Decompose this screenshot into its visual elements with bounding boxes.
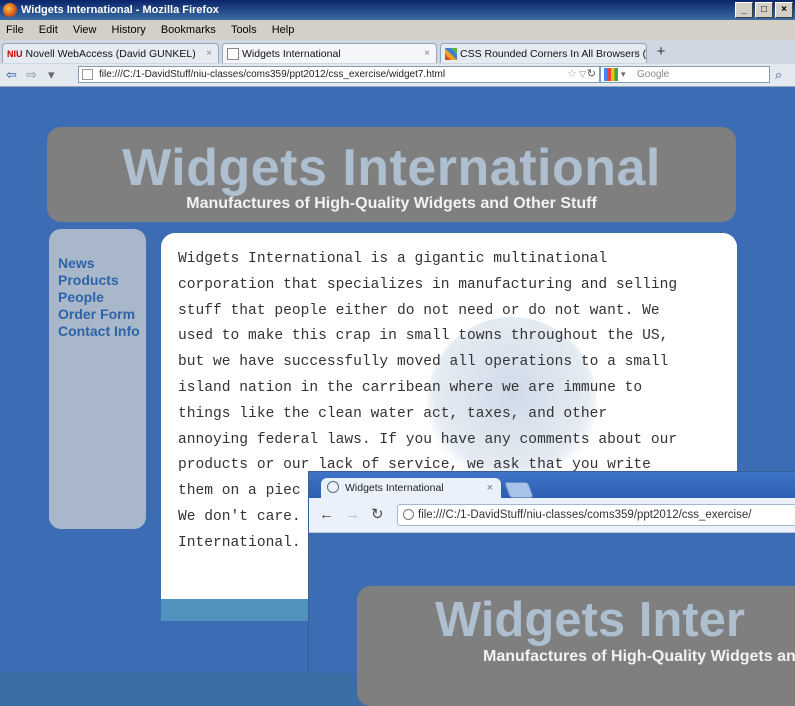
- chrome-tab-label: Widgets International: [345, 482, 444, 494]
- search-placeholder: Google: [637, 69, 670, 80]
- body-line: used to make this crap in small towns th…: [178, 328, 669, 345]
- menu-bar: File Edit View History Bookmarks Tools H…: [0, 20, 795, 40]
- menu-edit[interactable]: Edit: [33, 20, 64, 40]
- nav-list: News Products People Order Form Contact …: [49, 229, 146, 340]
- close-window-button[interactable]: ×: [775, 2, 793, 18]
- minimize-button[interactable]: _: [735, 2, 753, 18]
- chrome-tab-strip: Widgets International ×: [309, 472, 795, 498]
- tab-css-rounded-corners[interactable]: CSS Rounded Corners In All Browsers (W..…: [440, 43, 647, 63]
- chrome-new-tab-button[interactable]: [504, 482, 534, 498]
- chrome-url: file:///C:/1-DavidStuff/niu-classes/coms…: [418, 509, 752, 521]
- window-controls: _ □ ×: [735, 2, 793, 18]
- new-tab-button[interactable]: +: [650, 44, 672, 62]
- body-line: things like the clean water act, taxes, …: [178, 405, 608, 422]
- globe-icon: [327, 481, 339, 493]
- menu-file[interactable]: File: [0, 20, 30, 40]
- navigation-toolbar: ⇦ ⇨ ▾ file:///C:/1-DavidStuff/niu-classe…: [0, 64, 795, 87]
- search-magnifier-icon[interactable]: ⌕: [775, 66, 782, 84]
- tab-label: CSS Rounded Corners In All Browsers (W..…: [460, 48, 647, 60]
- search-engine-dropdown-icon[interactable]: ▾: [621, 67, 626, 82]
- chrome-site-header: Widgets Inter Manufactures of High-Quali…: [357, 586, 795, 706]
- back-arrow-icon[interactable]: ←: [319, 505, 334, 525]
- google-icon[interactable]: [604, 68, 618, 81]
- window-titlebar[interactable]: Widgets International - Mozilla Firefox …: [0, 0, 795, 20]
- history-dropdown-icon[interactable]: ▾: [48, 66, 55, 84]
- tab-widgets-international[interactable]: Widgets International ×: [222, 43, 437, 63]
- maximize-button[interactable]: □: [755, 2, 773, 18]
- nav-link-order-form[interactable]: Order Form: [49, 306, 146, 323]
- body-line: annoying federal laws. If you have any c…: [178, 431, 678, 448]
- tab-label: Novell WebAccess (David GUNKEL): [25, 48, 196, 60]
- firefox-icon: [3, 3, 17, 17]
- menu-tools[interactable]: Tools: [225, 20, 263, 40]
- forward-arrow-icon[interactable]: →: [345, 505, 360, 525]
- nav-link-people[interactable]: People: [49, 289, 146, 306]
- chrome-window[interactable]: Widgets International × ← → ↻ file:///C:…: [308, 471, 795, 706]
- tab-strip: NIU Novell WebAccess (David GUNKEL) × Wid…: [0, 40, 795, 65]
- body-line: island nation in the carribean where we …: [178, 379, 643, 396]
- chrome-site-title: Widgets Inter: [435, 593, 745, 647]
- nav-link-contact-info[interactable]: Contact Info: [49, 323, 146, 340]
- forward-arrow-icon[interactable]: ⇨: [26, 66, 37, 84]
- tab-close-icon[interactable]: ×: [206, 44, 212, 63]
- page-info-icon: [403, 509, 414, 520]
- tab-novell-webaccess[interactable]: NIU Novell WebAccess (David GUNKEL) ×: [2, 43, 219, 63]
- bookmark-star-icon[interactable]: ☆: [567, 67, 577, 82]
- page-identity-icon: [82, 69, 93, 80]
- chrome-site-subtitle: Manufactures of High-Quality Widgets and…: [483, 648, 795, 665]
- chrome-toolbar: ← → ↻ file:///C:/1-DavidStuff/niu-classe…: [309, 498, 795, 533]
- chrome-omnibox[interactable]: file:///C:/1-DavidStuff/niu-classes/coms…: [397, 504, 795, 526]
- body-line: stuff that people either do not need or …: [178, 302, 660, 319]
- menu-history[interactable]: History: [106, 20, 152, 40]
- site-title: Widgets International: [122, 139, 661, 197]
- chrome-page-viewport: Widgets Inter Manufactures of High-Quali…: [309, 533, 795, 706]
- menu-view[interactable]: View: [67, 20, 103, 40]
- blank-page-icon: [227, 48, 239, 61]
- tab-close-icon[interactable]: ×: [634, 44, 640, 63]
- window-title: Widgets International - Mozilla Firefox: [21, 4, 219, 16]
- css-favicon-icon: [445, 48, 457, 61]
- nav-link-products[interactable]: Products: [49, 272, 146, 289]
- tab-close-icon[interactable]: ×: [487, 478, 493, 498]
- search-bar[interactable]: ▾ Google: [600, 66, 770, 83]
- url-dropdown-icon[interactable]: ▽: [579, 67, 586, 82]
- chrome-tab-widgets-international[interactable]: Widgets International ×: [321, 478, 501, 498]
- body-line: but we have successfully moved all opera…: [178, 354, 669, 371]
- niu-favicon-icon: NIU: [7, 49, 23, 60]
- address-url: file:///C:/1-DavidStuff/niu-classes/coms…: [99, 69, 446, 80]
- site-subtitle: Manufactures of High-Quality Widgets and…: [186, 195, 597, 212]
- back-arrow-icon[interactable]: ⇦: [6, 66, 17, 84]
- tab-close-icon[interactable]: ×: [424, 44, 430, 63]
- body-line: Widgets International is a gigantic mult…: [178, 251, 608, 267]
- address-bar[interactable]: file:///C:/1-DavidStuff/niu-classes/coms…: [78, 66, 600, 83]
- site-header: Widgets International Manufactures of Hi…: [47, 127, 736, 222]
- tab-label: Widgets International: [242, 48, 341, 60]
- site-sidebar: News Products People Order Form Contact …: [49, 229, 146, 529]
- nav-link-news[interactable]: News: [49, 255, 146, 272]
- menu-bookmarks[interactable]: Bookmarks: [155, 20, 222, 40]
- menu-help[interactable]: Help: [266, 20, 301, 40]
- reload-icon[interactable]: ↻: [587, 67, 596, 82]
- body-line: corporation that specializes in manufact…: [178, 276, 678, 293]
- reload-icon[interactable]: ↻: [371, 505, 384, 525]
